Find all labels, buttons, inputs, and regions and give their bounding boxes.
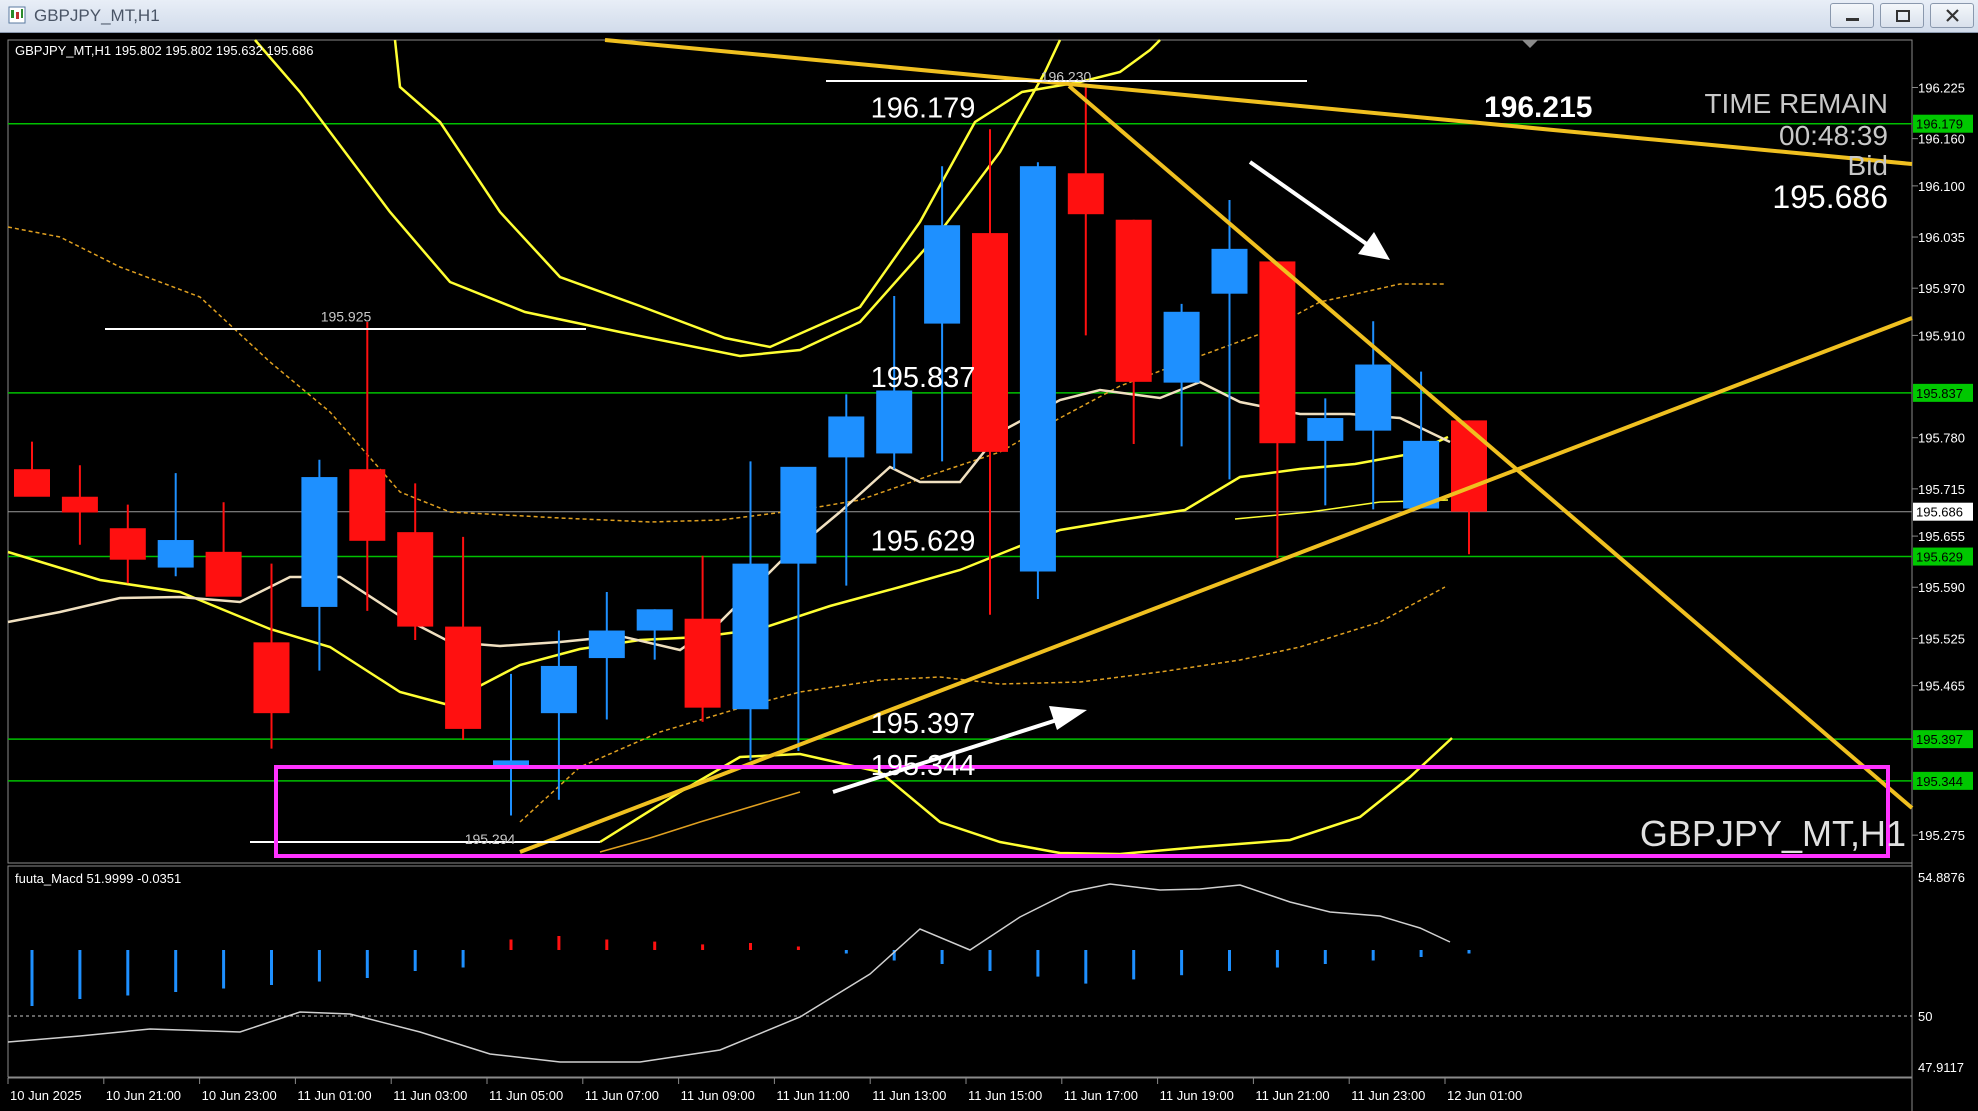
candle-body xyxy=(301,477,338,607)
candle-body xyxy=(397,532,434,627)
time-tick-label: 11 Jun 15:00 xyxy=(968,1088,1042,1103)
candle-body xyxy=(876,390,913,454)
maximize-button[interactable] xyxy=(1880,3,1924,28)
level-price-label: 195.629 xyxy=(871,526,976,558)
price-tick-label: 195.780 xyxy=(1918,431,1965,446)
price-badge-label: 195.397 xyxy=(1916,732,1963,747)
level-price-label: 196.179 xyxy=(871,93,976,125)
candle-body xyxy=(684,618,721,708)
candle-body xyxy=(1259,261,1296,444)
swing-price-label: 195.925 xyxy=(321,309,372,325)
symbol-watermark: GBPJPY_MT,H1 xyxy=(1640,813,1906,854)
time-tick-label: 11 Jun 03:00 xyxy=(393,1088,467,1103)
price-badge-label: 195.686 xyxy=(1916,505,1963,520)
time-tick-label: 10 Jun 2025 xyxy=(10,1088,82,1103)
candle-body xyxy=(732,563,769,710)
bid-value: 195.686 xyxy=(1772,179,1888,215)
price-badge-label: 196.179 xyxy=(1916,117,1963,132)
price-badge-label: 195.629 xyxy=(1916,550,1963,565)
candle-body xyxy=(972,233,1008,452)
candle-body xyxy=(1451,420,1487,512)
candle-body xyxy=(540,665,577,714)
time-tick-label: 10 Jun 21:00 xyxy=(106,1088,181,1103)
time-tick-label: 11 Jun 07:00 xyxy=(585,1088,659,1103)
price-tick-label: 195.655 xyxy=(1918,529,1965,544)
chart-window-icon xyxy=(8,6,26,24)
candle-body xyxy=(445,626,482,729)
time-tick-label: 11 Jun 17:00 xyxy=(1064,1088,1138,1103)
macd-panel[interactable] xyxy=(7,865,1913,1078)
candle-body xyxy=(1067,173,1104,215)
macd-tick-label: 54.8876 xyxy=(1918,870,1965,885)
candle-body xyxy=(253,642,290,714)
candle-body xyxy=(14,469,50,497)
level-price-label: 195.344 xyxy=(871,750,976,782)
time-tick-label: 10 Jun 23:00 xyxy=(202,1088,277,1103)
candle-body xyxy=(1403,440,1440,509)
time-tick-label: 11 Jun 01:00 xyxy=(297,1088,371,1103)
swing-price-label: 195.294 xyxy=(465,831,516,847)
price-tick-label: 195.590 xyxy=(1918,580,1965,595)
price-badge-label: 195.837 xyxy=(1916,386,1963,401)
restore-icon xyxy=(1896,10,1910,22)
time-tick-label: 11 Jun 13:00 xyxy=(872,1088,946,1103)
time-tick-label: 11 Jun 19:00 xyxy=(1160,1088,1234,1103)
candle-body xyxy=(349,469,386,541)
candle-body xyxy=(588,630,625,659)
swing-price-label: 196.230 xyxy=(1041,69,1092,85)
time-tick-label: 11 Jun 11:00 xyxy=(776,1088,849,1103)
candle-body xyxy=(828,416,865,458)
candle[interactable] xyxy=(1019,162,1056,600)
price-tick-label: 195.465 xyxy=(1918,679,1965,694)
candle-body xyxy=(1307,418,1344,441)
price-tick-label: 195.715 xyxy=(1918,482,1965,497)
price-tick-label: 196.160 xyxy=(1918,132,1965,147)
candle-body xyxy=(157,540,194,568)
level-price-label: 195.837 xyxy=(871,362,976,394)
close-icon xyxy=(1946,9,1959,22)
candle-body xyxy=(1355,364,1392,431)
time-tick-label: 11 Jun 05:00 xyxy=(489,1088,563,1103)
chart-area[interactable]: GBPJPY_MT,H1 195.802 195.802 195.632 195… xyxy=(0,32,1978,1111)
macd-label: fuuta_Macd 51.9999 -0.0351 xyxy=(15,871,181,886)
window-title: GBPJPY_MT,H1 xyxy=(34,6,160,25)
price-tick-label: 196.100 xyxy=(1918,179,1965,194)
candle-body xyxy=(109,528,146,560)
price-tick-label: 195.910 xyxy=(1918,328,1965,343)
chart-window[interactable]: GBPJPY_MT,H1 GBPJPY_MT,H1 195.802 195.80… xyxy=(0,0,1978,1111)
minimize-button[interactable] xyxy=(1830,3,1874,28)
time-tick-label: 12 Jun 01:00 xyxy=(1447,1088,1522,1103)
trendline-price-label: 196.215 xyxy=(1484,91,1592,124)
close-button[interactable] xyxy=(1930,3,1974,28)
title-bar[interactable]: GBPJPY_MT,H1 xyxy=(0,0,1978,33)
time-tick-label: 11 Jun 21:00 xyxy=(1255,1088,1329,1103)
macd-tick-label: 50 xyxy=(1918,1009,1932,1024)
level-price-label: 195.397 xyxy=(871,708,976,740)
minimize-icon xyxy=(1846,18,1859,21)
candle-body xyxy=(1163,311,1200,383)
macd-tick-label: 47.9117 xyxy=(1918,1060,1964,1075)
candle-body xyxy=(1115,219,1152,382)
candle-body xyxy=(61,496,98,513)
candle-body xyxy=(1211,248,1248,294)
candle-body xyxy=(205,551,242,597)
time-tick-label: 11 Jun 09:00 xyxy=(681,1088,755,1103)
price-tick-label: 195.970 xyxy=(1918,281,1965,296)
price-badge-label: 195.344 xyxy=(1916,774,1963,789)
ohlc-readout: GBPJPY_MT,H1 195.802 195.802 195.632 195… xyxy=(15,43,314,58)
time-remain-label: TIME REMAIN xyxy=(1704,88,1888,119)
price-tick-label: 195.275 xyxy=(1918,828,1965,843)
price-tick-label: 195.525 xyxy=(1918,631,1965,646)
candle-body xyxy=(1019,166,1056,572)
price-tick-label: 196.225 xyxy=(1918,81,1965,96)
bid-label: Bid xyxy=(1848,150,1888,181)
time-remain-value: 00:48:39 xyxy=(1779,120,1888,151)
candle-body xyxy=(636,609,673,631)
price-tick-label: 196.035 xyxy=(1918,230,1965,245)
candle-body xyxy=(780,466,817,564)
time-tick-label: 11 Jun 23:00 xyxy=(1351,1088,1425,1103)
candle-body xyxy=(924,225,961,324)
